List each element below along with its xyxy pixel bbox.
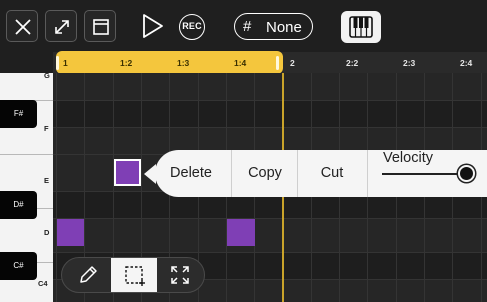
ruler-tick: 2:3 [403,58,416,68]
white-key-label: G [44,71,50,80]
window-icon [93,19,109,35]
ruler-tick: 2:4 [460,58,473,68]
play-button[interactable] [139,11,167,41]
record-button[interactable]: REC [179,14,205,40]
loop-end-handle[interactable] [276,56,279,70]
close-icon [15,19,31,35]
pencil-icon [80,266,97,283]
menu-divider [297,150,298,197]
expand-diagonal-icon [55,20,69,34]
black-key[interactable]: D# [0,191,37,219]
ruler-tick: 2:2 [346,58,359,68]
note[interactable] [57,219,84,246]
ruler-tick: 1:3 [177,58,190,68]
velocity-label: Velocity [383,150,433,166]
grid-line [53,127,487,128]
edit-tools [61,257,205,293]
grid-line [53,100,487,101]
window-button[interactable] [84,10,116,42]
note[interactable] [227,219,255,246]
snap-value: None [266,19,302,36]
white-key-label: F [44,124,49,133]
select-tool-button[interactable] [111,258,157,292]
resize-icon [171,266,189,284]
loop-start-handle[interactable] [56,56,59,70]
pencil-tool-button[interactable] [65,258,111,292]
select-box-icon [125,266,145,286]
top-toolbar: REC # None [0,0,487,52]
menu-divider [367,150,368,197]
ruler-tick: 2 [290,58,295,68]
expand-button[interactable] [45,10,77,42]
ruler-tick: 1:2 [120,58,133,68]
ruler-tick: 1 [63,58,68,68]
resize-tool-button[interactable] [157,258,203,292]
black-key-label: C# [13,261,24,270]
piano-keys-button[interactable] [341,11,381,43]
loop-region[interactable] [56,51,283,74]
piano-keys-icon [349,16,373,38]
key-divider [0,154,53,155]
velocity-slider-thumb[interactable] [458,165,475,182]
grid-icon: # [243,18,252,35]
delete-button[interactable]: Delete [159,150,223,197]
play-icon [143,14,163,38]
grid-line [53,252,487,253]
black-key-label: D# [13,200,24,209]
close-button[interactable] [6,10,38,42]
white-key-label: C4 [38,279,48,288]
ruler-tick: 1:4 [234,58,247,68]
copy-button[interactable]: Copy [233,150,297,197]
white-key-label: D [44,228,50,237]
snap-selector[interactable]: # None [234,13,313,40]
cut-button[interactable]: Cut [299,150,365,197]
black-key-label: F# [13,109,24,118]
grid-line [56,73,57,302]
black-key[interactable]: F# [0,100,37,128]
menu-divider [231,150,232,197]
note-context-menu: Delete Copy Cut Velocity [155,150,487,197]
white-key-label: E [44,176,50,185]
note-selected[interactable] [114,159,141,186]
grid-line [53,218,487,219]
black-key[interactable]: C# [0,252,37,280]
black-key-row [53,101,487,127]
record-label: REC [182,21,202,31]
piano-keyboard[interactable]: G F# F E D# D C# C4 [0,71,53,302]
